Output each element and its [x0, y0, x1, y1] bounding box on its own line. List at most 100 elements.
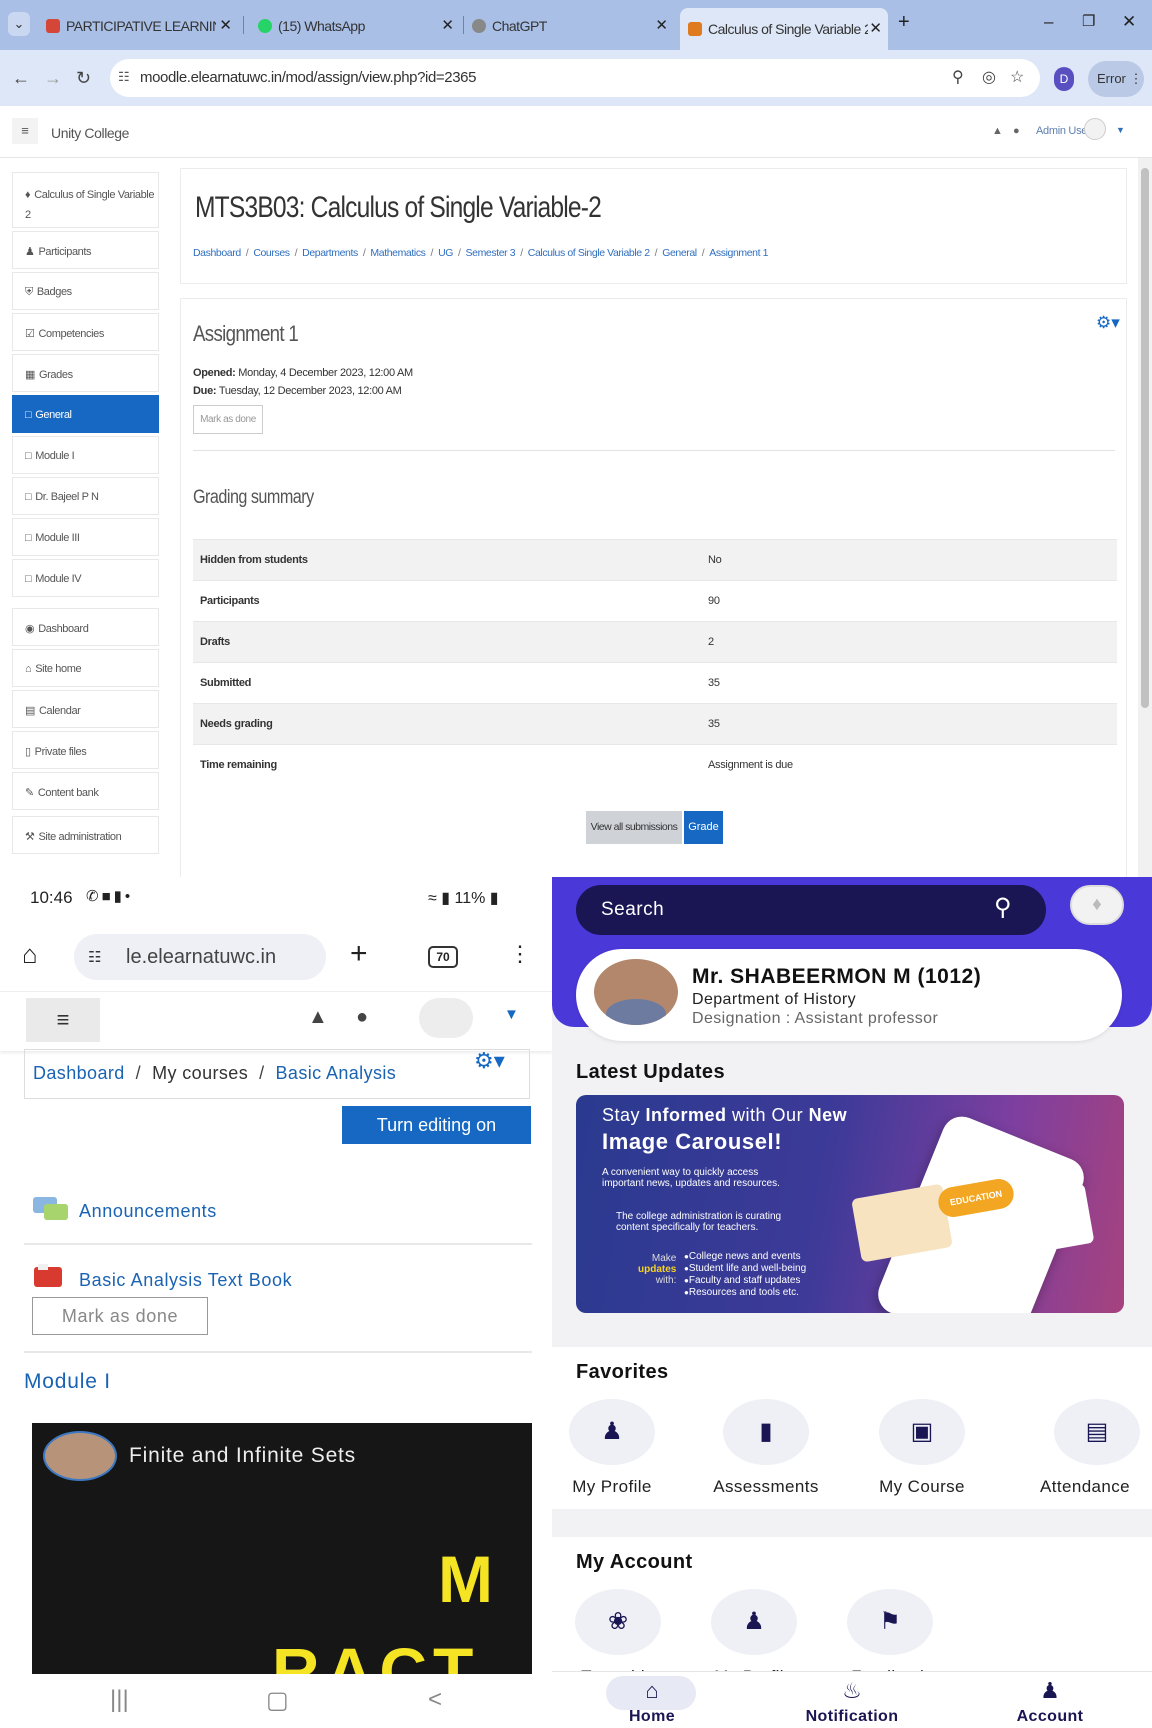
nav-item-content-bank[interactable]: ✎ Content bank [12, 772, 159, 810]
breadcrumb-link[interactable]: Departments [302, 247, 358, 259]
browser-tab-gmail[interactable]: PARTICIPATIVE LEARNING - bo ✕ [38, 10, 238, 42]
nav-item-site-home[interactable]: ⌂ Site home [12, 649, 159, 687]
banner-bullets: College news and events Student life and… [684, 1251, 806, 1299]
bookmark-star-icon[interactable]: ☆ [1010, 67, 1024, 87]
user-avatar[interactable] [1084, 118, 1106, 140]
drawer-toggle-icon[interactable]: ≡ [12, 118, 38, 144]
breadcrumb-link[interactable]: Courses [253, 247, 290, 259]
favorite-attendance[interactable]: ▤ Attendance [1032, 1399, 1152, 1497]
updates-carousel-banner[interactable]: Stay Informed with Our New Image Carouse… [576, 1095, 1124, 1313]
browser-error-button[interactable]: Error ⋮ [1088, 61, 1144, 97]
tab-count-button[interactable]: 70 [428, 946, 458, 968]
favorite-my-profile[interactable]: ♟ My Profile [552, 1399, 672, 1497]
home-button-icon[interactable]: ▢ [266, 1686, 289, 1715]
tab-search-dropdown[interactable]: ⌄ [8, 12, 30, 36]
close-tab-icon[interactable]: ✕ [441, 16, 454, 34]
mark-as-done-button[interactable]: Mark as done [193, 405, 263, 434]
site-info-icon[interactable]: ☷ [88, 948, 101, 966]
breadcrumb-link[interactable]: Assignment 1 [709, 247, 768, 259]
grade-button[interactable]: Grade [684, 811, 723, 844]
mark-as-done-button[interactable]: Mark as done [32, 1297, 208, 1335]
breadcrumb-link[interactable]: Semester 3 [466, 247, 516, 259]
browser-tab-calculus[interactable]: Calculus of Single Variable 2: A ✕ [680, 8, 888, 50]
browser-profile-avatar[interactable]: D [1054, 67, 1074, 91]
nav-label: Content bank [37, 787, 99, 799]
site-info-icon[interactable]: ☷ [118, 69, 130, 85]
bell-icon[interactable]: ▲ [308, 1006, 328, 1029]
breadcrumb-item[interactable]: My courses [152, 1063, 248, 1083]
page-scrollbar[interactable] [1138, 158, 1152, 877]
assignment-card: ⚙▾ Assignment 1 Opened: Monday, 4 Decemb… [180, 298, 1127, 877]
nav-item-site-admin[interactable]: ⚒ Site administration [12, 816, 159, 854]
close-tab-icon[interactable]: ✕ [655, 16, 668, 34]
url-field[interactable]: ☷ moodle.elearnatuwc.in/mod/assign/view.… [110, 59, 1040, 97]
video-player[interactable]: Finite and Infinite Sets M RACT [32, 1423, 532, 1681]
new-tab-icon[interactable]: + [350, 937, 368, 971]
breadcrumb-link[interactable]: Dashboard [33, 1063, 125, 1083]
turn-editing-on-button[interactable]: Turn editing on [342, 1106, 531, 1144]
nav-item-module-iii[interactable]: □ Module III [12, 518, 159, 556]
tab-notification[interactable]: ♨ Notification [752, 1672, 952, 1726]
nav-item-dashboard[interactable]: ◉ Dashboard [12, 608, 159, 646]
forward-icon[interactable]: → [44, 68, 62, 89]
browser-tab-chatgpt[interactable]: ChatGPT ✕ [464, 10, 674, 42]
nav-item-module-iv[interactable]: □ Module IV [12, 559, 159, 597]
eye-off-icon[interactable]: ◎ [982, 67, 996, 87]
settings-gear-icon[interactable]: ⚙▾ [1096, 313, 1120, 333]
table-row: Hidden from students No [193, 539, 1117, 581]
reload-icon[interactable]: ↻ [76, 68, 91, 89]
nav-item-participants[interactable]: ♟ Participants [12, 231, 159, 269]
close-tab-icon[interactable]: ✕ [869, 19, 882, 37]
tab-account[interactable]: ♟ Account [950, 1672, 1150, 1726]
nav-item-competencies[interactable]: ☑ Competencies [12, 313, 159, 351]
site-name[interactable]: Unity College [51, 125, 129, 141]
user-name[interactable]: Admin User [1036, 125, 1091, 137]
back-icon[interactable]: ← [12, 68, 30, 89]
user-menu-caret-icon[interactable]: ▼ [504, 1006, 519, 1023]
search-icon[interactable]: ⚲ [994, 893, 1012, 922]
breadcrumb-link[interactable]: Calculus of Single Variable 2 [528, 247, 650, 259]
graduation-cap-icon[interactable]: ♦ [1070, 885, 1124, 925]
drawer-toggle-icon[interactable]: ≡ [26, 998, 100, 1042]
nav-item-badges[interactable]: ⛨ Badges [12, 272, 159, 310]
nav-item-module-i[interactable]: □ Module I [12, 436, 159, 474]
breadcrumb-link[interactable]: Mathematics [370, 247, 426, 259]
breadcrumb-link[interactable]: Basic Analysis [276, 1063, 397, 1083]
bell-icon[interactable]: ▲ [992, 125, 1003, 137]
tab-label: Home [628, 1708, 676, 1725]
home-icon[interactable]: ⌂ [22, 939, 38, 970]
mobile-url-field[interactable]: ☷ le.elearnatuwc.in [74, 934, 326, 980]
breadcrumb-link[interactable]: Dashboard [193, 247, 241, 259]
favorite-my-course[interactable]: ▣ My Course [862, 1399, 982, 1497]
chat-icon[interactable]: ● [1013, 125, 1020, 137]
favorite-label: My Profile [572, 1477, 652, 1496]
browser-tab-whatsapp[interactable]: (15) WhatsApp ✕ [250, 10, 460, 42]
nav-item-grades[interactable]: ▦ Grades [12, 354, 159, 392]
minimize-icon[interactable]: – [1044, 12, 1053, 32]
nav-item-dr-bajeel[interactable]: □ Dr. Bajeel P N [12, 477, 159, 515]
menu-kebab-icon[interactable]: ⋮ [509, 941, 531, 967]
nav-item-private-files[interactable]: ▯ Private files [12, 731, 159, 769]
nav-item-calendar[interactable]: ▤ Calendar [12, 690, 159, 728]
chat-icon[interactable]: ● [356, 1006, 368, 1029]
text-book-link[interactable]: Basic Analysis Text Book [79, 1270, 292, 1291]
recents-icon[interactable]: ||| [110, 1686, 129, 1714]
favorite-assessments[interactable]: ▮ Assessments [706, 1399, 826, 1497]
close-tab-icon[interactable]: ✕ [219, 16, 232, 34]
profile-card[interactable]: Mr. SHABEERMON M (1012) Department of Hi… [576, 949, 1122, 1041]
announcements-link[interactable]: Announcements [79, 1201, 217, 1222]
breadcrumb-link[interactable]: General [662, 247, 697, 259]
nav-item-general[interactable]: □ General [12, 395, 159, 433]
breadcrumb-link[interactable]: UG [438, 247, 453, 259]
user-avatar[interactable] [419, 998, 473, 1038]
view-all-submissions-button[interactable]: View all submissions [586, 811, 682, 844]
new-tab-icon[interactable]: + [898, 11, 910, 34]
tab-home[interactable]: ⌂ Home [552, 1672, 752, 1726]
zoom-icon[interactable]: ⚲ [952, 67, 964, 87]
nav-item-course[interactable]: ♦ Calculus of Single Variable 2 [12, 172, 159, 228]
back-icon[interactable]: < [428, 1686, 442, 1714]
restore-icon[interactable]: ❐ [1082, 12, 1095, 30]
close-window-icon[interactable]: ✕ [1122, 12, 1136, 32]
search-bar[interactable]: Search ⚲ [576, 885, 1046, 935]
user-menu-caret-icon[interactable]: ▼ [1116, 125, 1125, 135]
